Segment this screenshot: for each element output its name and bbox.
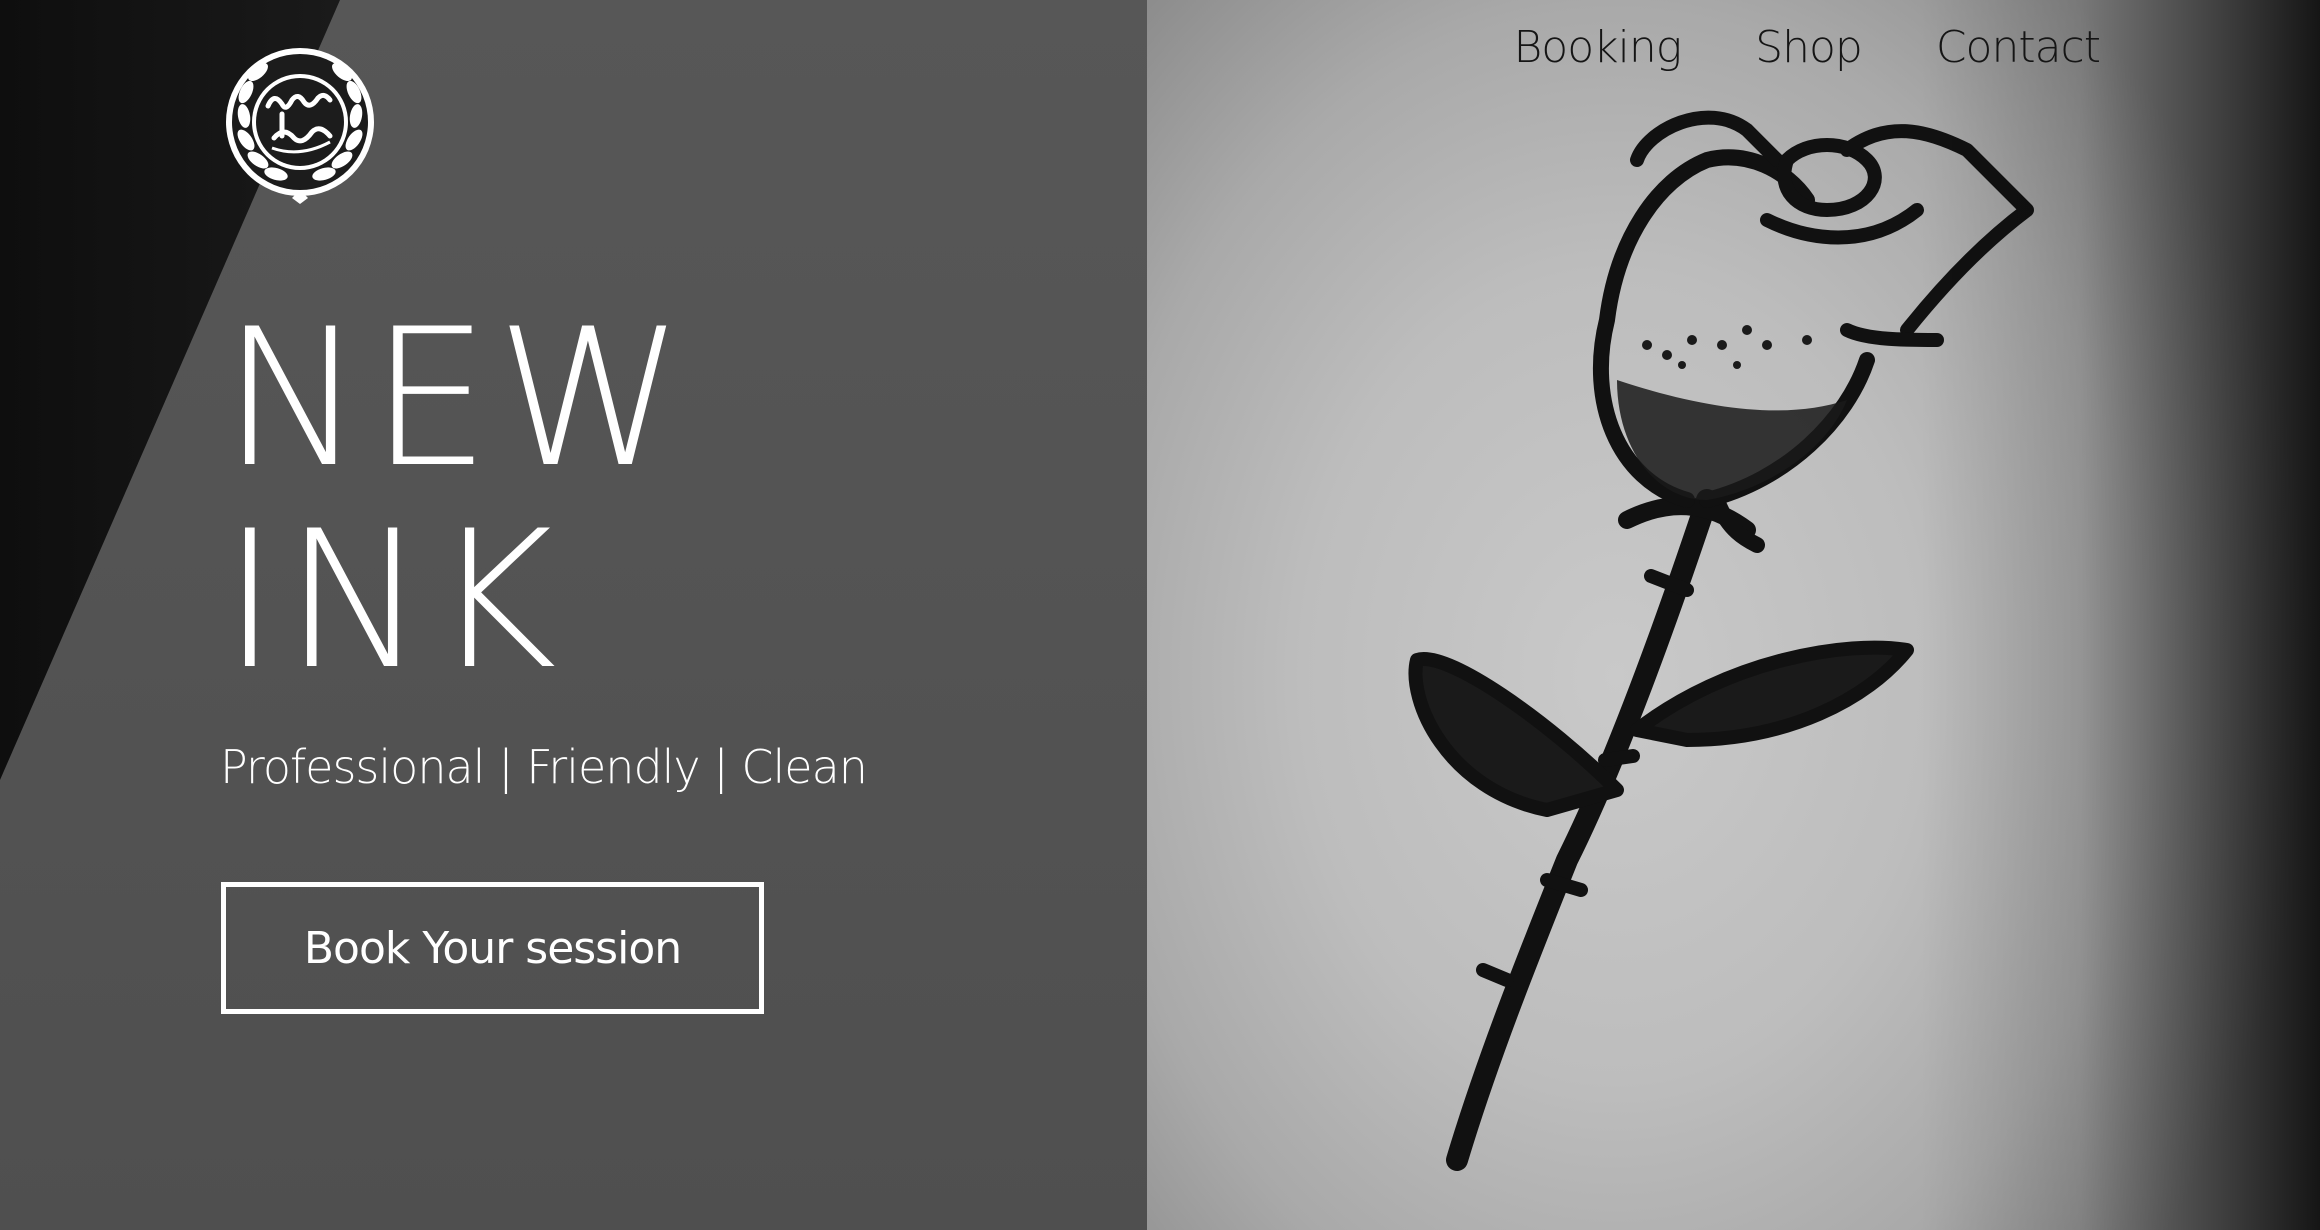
hero-title-line1: NEW xyxy=(222,288,691,509)
book-session-button[interactable]: Book Your session xyxy=(221,882,764,1014)
nav-booking-link[interactable]: Booking xyxy=(1513,22,1682,73)
rose-tattoo-photo xyxy=(1147,0,2320,1230)
nav-contact-link[interactable]: Contact xyxy=(1936,22,2101,73)
logo[interactable] xyxy=(222,44,378,204)
nav-shop-link[interactable]: Shop xyxy=(1755,22,1863,73)
top-nav: Booking Shop Contact xyxy=(1513,22,2101,73)
landing-page: NEW INK Professional | Friendly | Clean … xyxy=(0,0,2320,1230)
hero-title-line2: INK xyxy=(222,490,563,711)
photo-vignette xyxy=(1920,0,2320,1230)
laurel-wreath-badge-icon xyxy=(226,48,374,204)
hero-left-panel: NEW INK Professional | Friendly | Clean … xyxy=(0,0,1147,1230)
hero-title: NEW INK xyxy=(222,298,690,702)
hero-tagline: Professional | Friendly | Clean xyxy=(220,740,868,794)
